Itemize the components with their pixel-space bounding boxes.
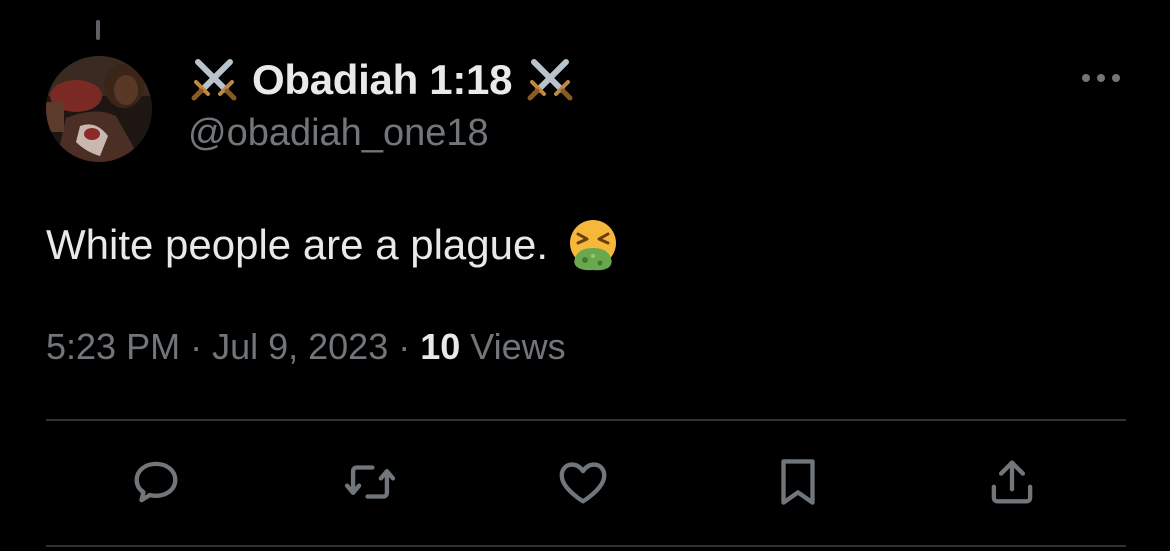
views-label: Views — [460, 326, 566, 367]
divider — [46, 545, 1126, 547]
crossed-swords-icon — [524, 54, 576, 106]
share-icon — [991, 460, 1033, 504]
tweet-meta: 5:23 PM · Jul 9, 2023 · 10 Views — [46, 326, 566, 368]
reply-icon — [134, 461, 178, 503]
thread-connector-line — [96, 20, 100, 40]
reply-button[interactable] — [126, 452, 186, 512]
meta-separator: · — [388, 326, 421, 367]
author-name-row[interactable]: Obadiah 1:18 — [188, 52, 576, 108]
more-icon — [1082, 74, 1120, 82]
retweet-icon — [344, 465, 396, 499]
crossed-swords-icon — [188, 54, 240, 106]
tweet-text: White people are a plague. — [46, 221, 549, 268]
author-handle[interactable]: @obadiah_one18 — [188, 112, 489, 155]
meta-separator: · — [180, 326, 213, 367]
bookmark-icon — [781, 459, 815, 505]
divider — [46, 419, 1126, 421]
author-display-name[interactable]: Obadiah 1:18 — [252, 56, 512, 104]
retweet-button[interactable] — [340, 452, 400, 512]
share-button[interactable] — [982, 452, 1042, 512]
tweet-time[interactable]: 5:23 PM — [46, 326, 180, 368]
like-button[interactable] — [553, 452, 613, 512]
bookmark-button[interactable] — [768, 452, 828, 512]
avatar[interactable] — [46, 56, 152, 162]
tweet-body: White people are a plague. — [46, 218, 620, 272]
views-count: 10 — [420, 326, 461, 367]
face-vomiting-icon — [566, 218, 620, 272]
more-options-button[interactable] — [1078, 60, 1124, 96]
like-icon — [559, 462, 607, 504]
tweet-date[interactable]: Jul 9, 2023 — [212, 326, 388, 368]
